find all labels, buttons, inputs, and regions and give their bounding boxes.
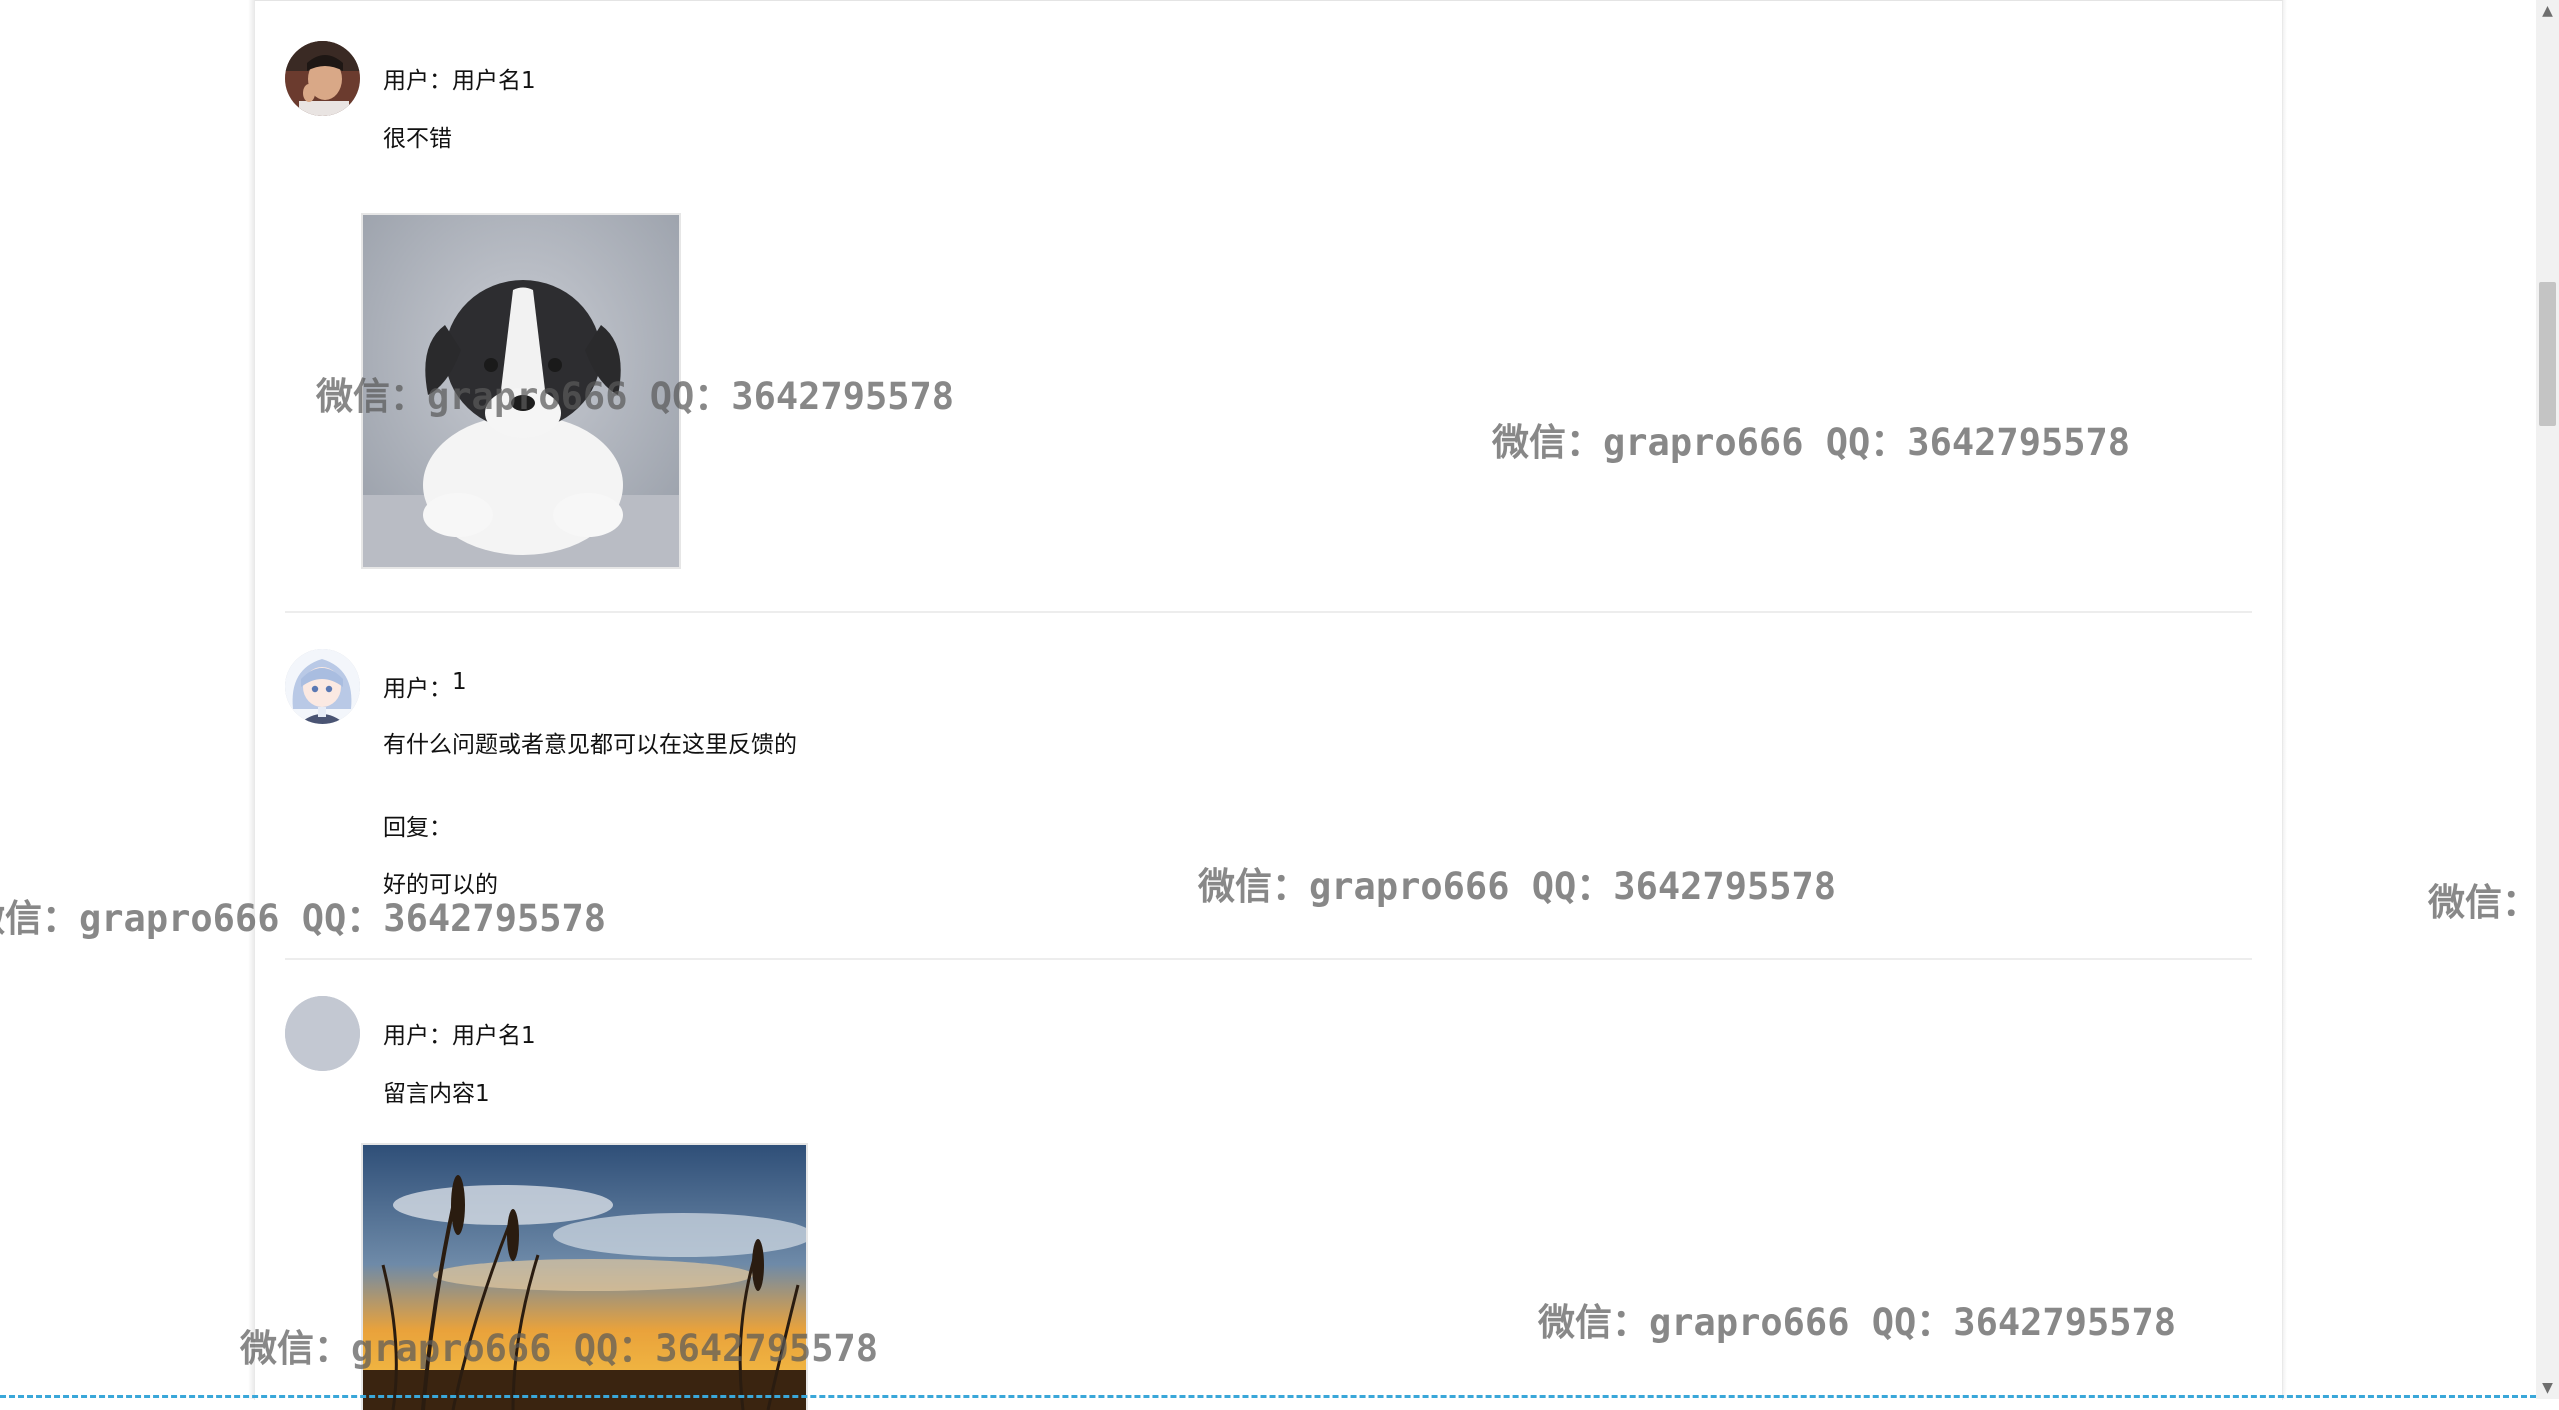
bottom-dashed-border (0, 1395, 2536, 1398)
username: 1 (452, 669, 467, 695)
puppy-image-icon (363, 215, 679, 567)
username-line: 用户： 用户名1 (383, 1016, 536, 1050)
user-prefix: 用户： (383, 676, 452, 702)
person-avatar-icon (285, 40, 360, 116)
vertical-scrollbar[interactable]: ▲ ▼ (2536, 0, 2559, 1399)
username: 用户名1 (452, 1023, 536, 1049)
comment-item: 用户： 用户名1 很不错 (285, 39, 2252, 569)
scroll-down-arrow-icon[interactable]: ▼ (2536, 1377, 2559, 1399)
username-line: 用户： 用户名1 (383, 61, 536, 95)
comment-content: 有什么问题或者意见都可以在这里反馈的 (383, 732, 797, 758)
comment-image[interactable] (361, 213, 681, 569)
reply-text: 好的可以的 (383, 872, 498, 898)
comment-item: 用户： 用户名1 留言内容1 (285, 994, 2252, 1410)
comment-panel: 用户： 用户名1 很不错 用户： 1 有什么问题或者意见都可以在这里反馈的 回复… (254, 0, 2283, 1410)
user-prefix: 用户： (383, 1023, 452, 1049)
comment-divider (285, 958, 2252, 960)
user-avatar[interactable] (285, 648, 360, 724)
user-avatar[interactable] (285, 40, 360, 116)
comment-content: 留言内容1 (383, 1081, 490, 1107)
comment-content: 很不错 (383, 126, 452, 152)
anime-avatar-icon (285, 648, 360, 724)
reply-label: 回复： (383, 815, 452, 841)
user-avatar[interactable] (285, 995, 360, 1071)
comment-divider (285, 611, 2252, 613)
scroll-up-arrow-icon[interactable]: ▲ (2536, 0, 2559, 22)
username: 用户名1 (452, 68, 536, 94)
user-prefix: 用户： (383, 68, 452, 94)
default-avatar-icon (285, 995, 360, 1071)
sunset-grass-image-icon (363, 1145, 806, 1410)
comment-image[interactable] (361, 1143, 808, 1410)
username-line: 用户： 1 (383, 669, 467, 703)
comment-item: 用户： 1 有什么问题或者意见都可以在这里反馈的 回复： 好的可以的 (285, 647, 2252, 899)
scroll-thumb[interactable] (2539, 282, 2556, 426)
